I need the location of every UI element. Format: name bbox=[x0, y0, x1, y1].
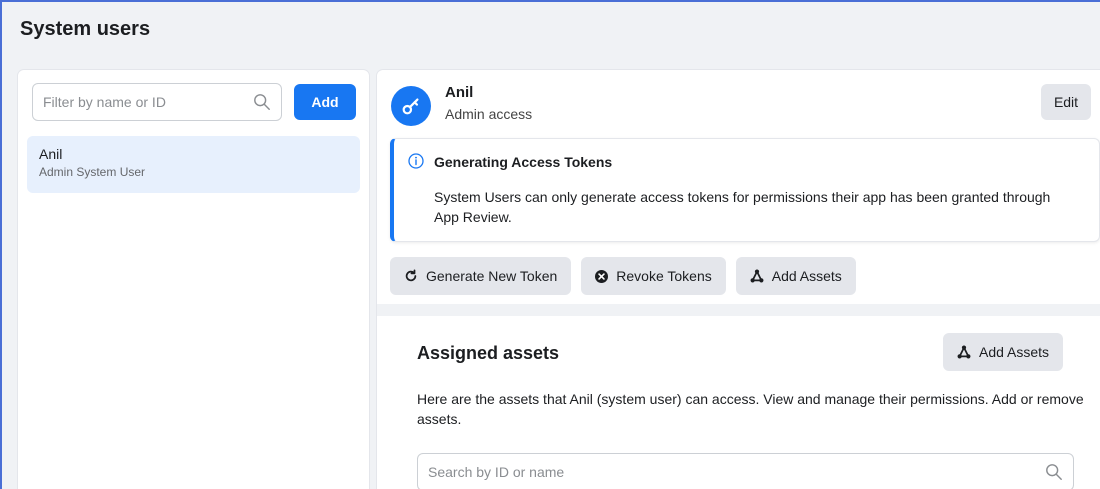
user-list-panel: Add Anil Admin System User bbox=[18, 70, 369, 489]
user-name: Anil bbox=[445, 84, 474, 101]
revoke-tokens-button[interactable]: Revoke Tokens bbox=[581, 257, 726, 295]
avatar bbox=[391, 86, 431, 126]
close-circle-icon bbox=[595, 269, 609, 283]
token-action-bar: Generate New Token Revoke Tokens Add Ass… bbox=[390, 257, 856, 295]
assigned-assets-add-label: Add Assets bbox=[979, 344, 1050, 360]
notice-title: Generating Access Tokens bbox=[434, 154, 613, 170]
key-icon bbox=[402, 98, 419, 115]
add-assets-label: Add Assets bbox=[771, 268, 842, 284]
page-title: System users bbox=[20, 18, 151, 40]
user-detail-panel: Anil Admin access Edit Generating Access… bbox=[377, 70, 1100, 489]
search-icon bbox=[1046, 464, 1062, 480]
user-access-level: Admin access bbox=[445, 106, 533, 122]
add-user-button[interactable]: Add bbox=[294, 84, 356, 120]
revoke-tokens-label: Revoke Tokens bbox=[616, 268, 712, 284]
assigned-assets-title: Assigned assets bbox=[417, 343, 560, 363]
assigned-assets-description: Here are the assets that Anil (system us… bbox=[417, 391, 1084, 427]
notice-body: System Users can only generate access to… bbox=[434, 189, 1051, 225]
assets-icon bbox=[957, 345, 971, 359]
user-list-item[interactable]: Anil Admin System User bbox=[27, 136, 360, 193]
filter-input[interactable] bbox=[43, 94, 253, 110]
user-list-item-name: Anil bbox=[39, 146, 63, 162]
generate-token-label: Generate New Token bbox=[426, 268, 558, 284]
assets-icon bbox=[750, 269, 764, 283]
asset-search-input[interactable] bbox=[428, 464, 1045, 480]
info-icon bbox=[408, 153, 424, 169]
refresh-icon bbox=[405, 269, 417, 282]
assigned-assets-add-button[interactable]: Add Assets bbox=[943, 333, 1064, 371]
generate-token-button[interactable]: Generate New Token bbox=[390, 257, 572, 295]
asset-search-field[interactable] bbox=[417, 453, 1074, 489]
edit-button[interactable]: Edit bbox=[1041, 84, 1091, 120]
user-list-item-role: Admin System User bbox=[39, 165, 146, 179]
access-token-notice: Generating Access Tokens System Users ca… bbox=[390, 138, 1100, 242]
add-assets-button[interactable]: Add Assets bbox=[735, 257, 856, 295]
section-divider bbox=[377, 304, 1100, 316]
search-icon bbox=[254, 94, 270, 110]
filter-field[interactable] bbox=[32, 83, 282, 121]
